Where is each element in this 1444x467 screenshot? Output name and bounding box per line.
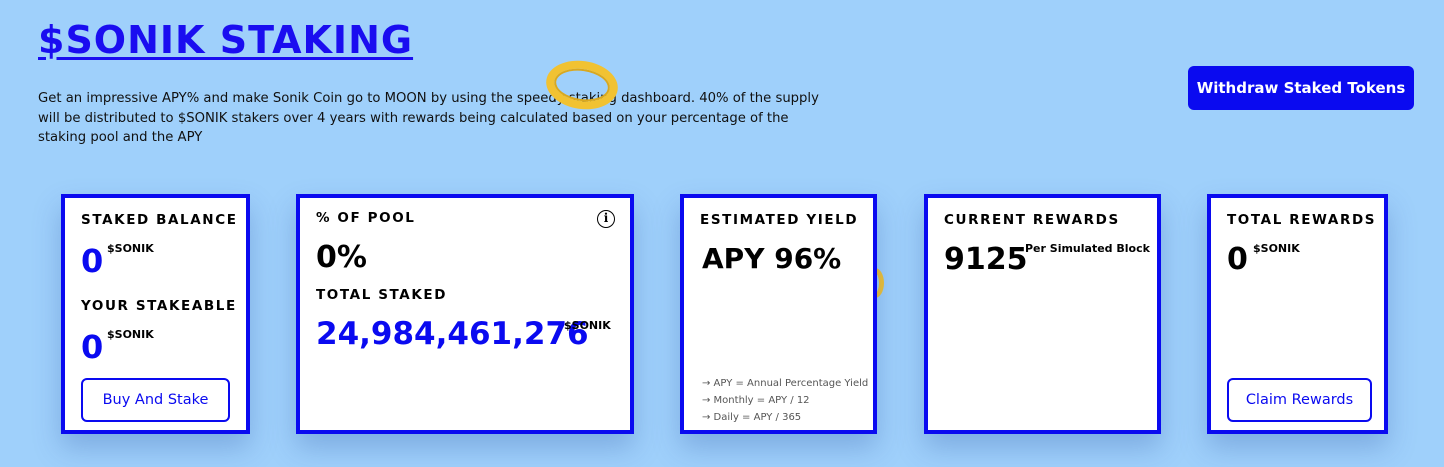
estimated-yield-card: ESTIMATED YIELD APY 96% → APY = Annual P… — [680, 194, 877, 434]
apy-notes: → APY = Annual Percentage Yield → Monthl… — [702, 375, 868, 426]
stakeable-unit: $SONIK — [107, 328, 154, 341]
current-rewards-card: CURRENT REWARDS 9125 Per Simulated Block — [924, 194, 1161, 434]
stakeable-label: YOUR STAKEABLE — [81, 298, 237, 314]
buy-and-stake-button[interactable]: Buy And Stake — [81, 378, 230, 422]
current-rewards-label: CURRENT REWARDS — [944, 212, 1120, 228]
estimated-yield-label: ESTIMATED YIELD — [700, 212, 859, 228]
stakeable-value: 0 — [81, 328, 104, 366]
staked-balance-label: STAKED BALANCE — [81, 212, 238, 228]
withdraw-staked-tokens-button[interactable]: Withdraw Staked Tokens — [1188, 66, 1414, 110]
current-rewards-unit: Per Simulated Block — [1025, 242, 1150, 255]
total-staked-value: 24,984,461,276 — [316, 316, 589, 352]
pool-percent-value: 0% — [316, 240, 367, 275]
total-rewards-unit: $SONIK — [1253, 242, 1300, 255]
page-title[interactable]: $SONIK STAKING — [38, 18, 413, 62]
total-rewards-value: 0 — [1227, 242, 1248, 277]
current-rewards-value: 9125 — [944, 242, 1028, 277]
claim-rewards-button[interactable]: Claim Rewards — [1227, 378, 1372, 422]
staked-balance-value: 0 — [81, 242, 104, 280]
apy-note: → APY = Annual Percentage Yield — [702, 378, 869, 389]
pool-percent-label: % OF POOL — [316, 210, 416, 226]
staked-balance-unit: $SONIK — [107, 242, 154, 255]
total-rewards-label: TOTAL REWARDS — [1227, 212, 1377, 228]
staked-balance-card: STAKED BALANCE 0 $SONIK YOUR STAKEABLE 0… — [61, 194, 250, 434]
apy-value: APY 96% — [702, 242, 842, 275]
page-description: Get an impressive APY% and make Sonik Co… — [38, 91, 819, 145]
total-staked-label: TOTAL STAKED — [316, 287, 448, 303]
total-staked-unit: $SONIK — [564, 319, 611, 332]
pool-share-card: % OF POOL i 0% TOTAL STAKED 24,984,461,2… — [296, 194, 634, 434]
daily-note: → Daily = APY / 365 — [702, 412, 802, 423]
monthly-note: → Monthly = APY / 12 — [702, 395, 810, 406]
info-icon[interactable]: i — [597, 210, 615, 228]
total-rewards-card: TOTAL REWARDS 0 $SONIK Claim Rewards — [1207, 194, 1388, 434]
